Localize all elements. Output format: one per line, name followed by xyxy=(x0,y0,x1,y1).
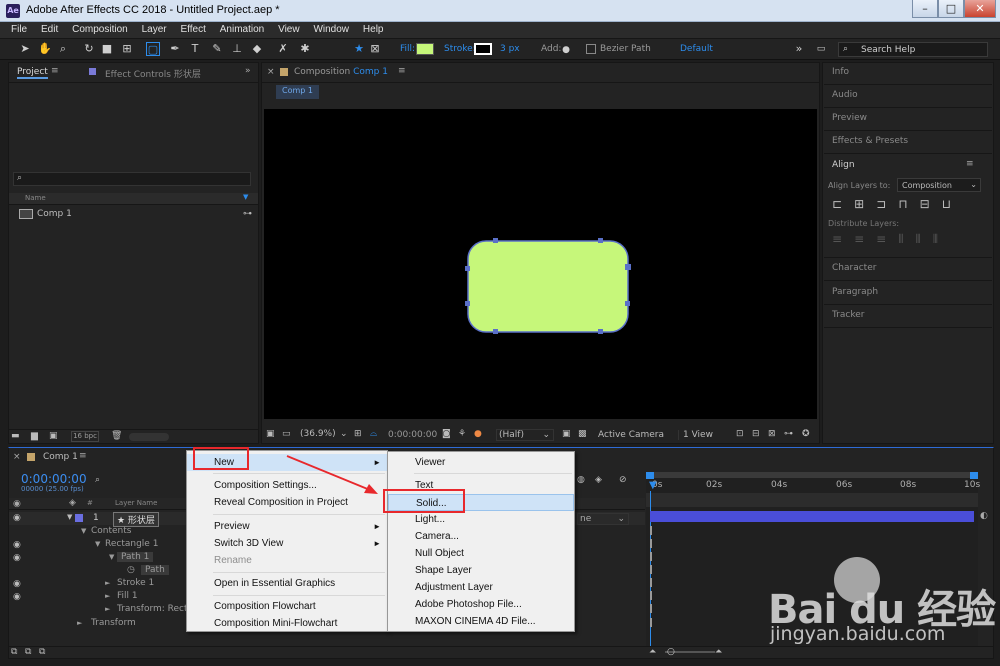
watermark-url: jingyan.baidu.com xyxy=(770,623,946,645)
watermark: Bai du 经验 jingyan.baidu.com xyxy=(768,555,1000,655)
